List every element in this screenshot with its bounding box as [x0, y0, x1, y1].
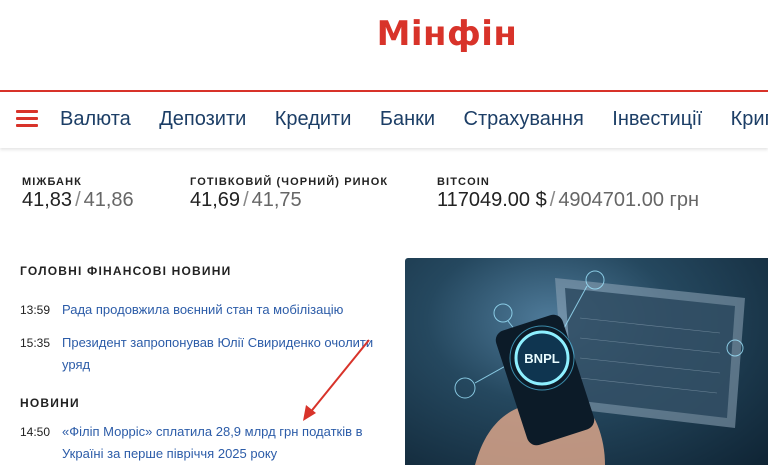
main-news-title: ГОЛОВНІ ФІНАНСОВІ НОВИНИ: [20, 264, 232, 278]
nav-items: Валюта Депозити Кредити Банки Страхуванн…: [60, 108, 768, 131]
rate-buy: 41,83: [22, 189, 73, 211]
rate-label: МІЖБАНК: [22, 176, 82, 188]
nav-item-deposits[interactable]: Депозити: [159, 108, 246, 131]
rate-separator: /: [243, 189, 249, 211]
main-nav: Валюта Депозити Кредити Банки Страхуванн…: [0, 92, 768, 148]
news-time: 14:50: [20, 425, 51, 439]
nav-item-currency[interactable]: Валюта: [60, 108, 131, 131]
featured-article-image[interactable]: BNPL: [405, 258, 768, 465]
bnpl-badge: BNPL: [524, 351, 559, 366]
rate-sell: 41,75: [251, 189, 302, 211]
hero-illustration: BNPL: [454, 270, 745, 465]
nav-item-credits[interactable]: Кредити: [275, 108, 352, 131]
news-time: 15:35: [20, 336, 51, 350]
news-time: 13:59: [20, 303, 51, 317]
rate-bitcoin[interactable]: BITCOIN 117049.00 $/4904701.00 грн: [437, 176, 699, 212]
site-logo[interactable]: Мінфін: [0, 14, 768, 54]
menu-icon[interactable]: [16, 110, 38, 130]
rate-sell: 4904701.00 грн: [558, 189, 699, 211]
rate-separator: /: [75, 189, 81, 211]
nav-item-insurance[interactable]: Страхування: [464, 108, 584, 131]
rate-sell: 41,86: [83, 189, 134, 211]
news-title: НОВИНИ: [20, 396, 80, 410]
rate-label: BITCOIN: [437, 176, 490, 188]
nav-item-crypto[interactable]: Криптовалюта: [731, 108, 768, 131]
rate-interbank[interactable]: МІЖБАНК 41,83/41,86: [22, 176, 134, 212]
rate-buy: 41,69: [190, 189, 241, 211]
news-column: ГОЛОВНІ ФІНАНСОВІ НОВИНИ 13:59 Рада прод…: [20, 264, 380, 461]
rate-value: 41,69/41,75: [190, 189, 388, 212]
news-link[interactable]: Рада продовжила воєнний стан та мобіліза…: [62, 299, 382, 321]
rate-value: 117049.00 $/4904701.00 грн: [437, 189, 699, 212]
rate-cash-market[interactable]: ГОТІВКОВИЙ (ЧОРНИЙ) РИНОК 41,69/41,75: [190, 176, 388, 212]
rate-label: ГОТІВКОВИЙ (ЧОРНИЙ) РИНОК: [190, 176, 389, 188]
rate-buy: 117049.00 $: [437, 189, 547, 211]
nav-item-investments[interactable]: Інвестиції: [612, 108, 702, 131]
news-link[interactable]: Президент запропонував Юлії Свириденко о…: [62, 332, 382, 376]
rate-value: 41,83/41,86: [22, 189, 134, 212]
rate-separator: /: [549, 189, 556, 211]
nav-item-banks[interactable]: Банки: [380, 108, 435, 131]
news-link[interactable]: «Філіп Морріс» сплатила 28,9 млрд грн по…: [62, 421, 382, 465]
